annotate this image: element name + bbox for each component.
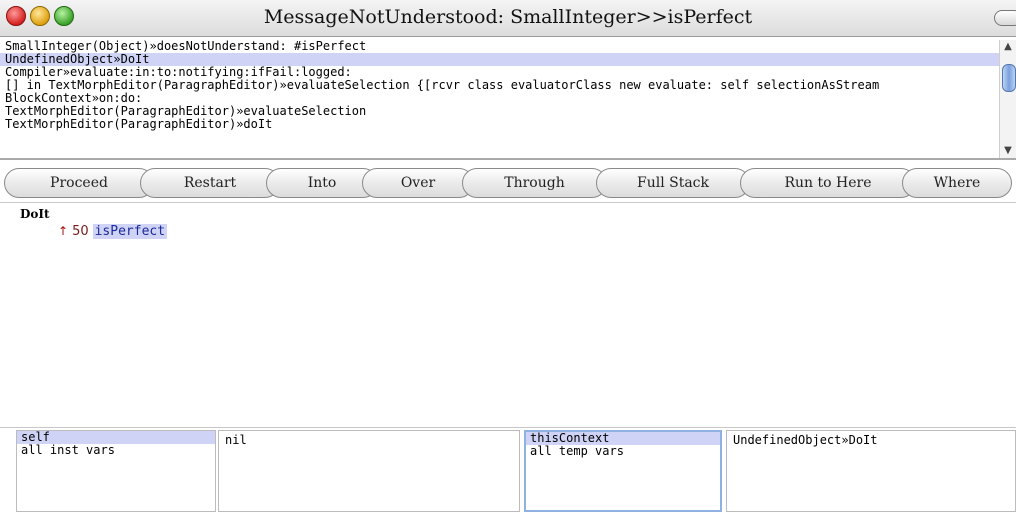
- scroll-thumb[interactable]: [1002, 64, 1016, 92]
- stack-item[interactable]: SmallInteger(Object)»doesNotUnderstand: …: [0, 40, 1000, 53]
- highlighted-selector[interactable]: isPerfect: [92, 224, 168, 239]
- restart-button[interactable]: Restart: [140, 168, 280, 198]
- method-name: DoIt: [20, 207, 50, 221]
- context-value: UndefinedObject»DoIt: [733, 433, 878, 447]
- where-button[interactable]: Where: [902, 168, 1012, 198]
- debugger-button-bar: Proceed Restart Into Over Through Full S…: [0, 164, 1016, 200]
- stack-item-selected[interactable]: UndefinedObject»DoIt: [0, 53, 1000, 66]
- stack-item[interactable]: [] in TextMorphEditor(ParagraphEditor)»e…: [0, 79, 1000, 92]
- stack-item[interactable]: Compiler»evaluate:in:to:notifying:ifFail…: [0, 66, 1000, 79]
- context-field-all-temp-vars[interactable]: all temp vars: [526, 445, 720, 458]
- over-button[interactable]: Over: [362, 168, 474, 198]
- full-stack-button[interactable]: Full Stack: [596, 168, 750, 198]
- collapse-window-button[interactable]: [994, 10, 1016, 26]
- context-value-pane[interactable]: UndefinedObject»DoIt: [726, 430, 1016, 512]
- code-pane[interactable]: DoIt ↑ 50 isPerfect: [0, 202, 1016, 428]
- through-button[interactable]: Through: [462, 168, 607, 198]
- code-number: 50: [72, 224, 89, 239]
- stack-item[interactable]: BlockContext»on:do:: [0, 92, 1000, 105]
- receiver-value-pane[interactable]: nil: [218, 430, 520, 512]
- stack-scrollbar[interactable]: ▲ ▼: [999, 40, 1016, 158]
- scroll-down-icon[interactable]: ▼: [1000, 145, 1016, 157]
- title-bar: MessageNotUnderstood: SmallInteger>>isPe…: [0, 0, 1016, 37]
- run-to-here-button[interactable]: Run to Here: [740, 168, 916, 198]
- receiver-fields-list[interactable]: self all inst vars: [16, 430, 216, 512]
- window-title: MessageNotUnderstood: SmallInteger>>isPe…: [263, 6, 753, 28]
- receiver-value: nil: [225, 433, 247, 447]
- stack-item[interactable]: TextMorphEditor(ParagraphEditor)»evaluat…: [0, 105, 1000, 118]
- proceed-button[interactable]: Proceed: [4, 168, 154, 198]
- scroll-up-icon[interactable]: ▲: [1000, 41, 1016, 53]
- receiver-field-all-inst-vars[interactable]: all inst vars: [17, 444, 215, 457]
- code-line[interactable]: ↑ 50 isPerfect: [58, 224, 168, 239]
- return-caret-icon: ↑: [58, 224, 69, 238]
- stack-list[interactable]: SmallInteger(Object)»doesNotUnderstand: …: [0, 40, 1016, 160]
- context-fields-list[interactable]: thisContext all temp vars: [524, 430, 722, 512]
- stack-item[interactable]: TextMorphEditor(ParagraphEditor)»doIt: [0, 118, 1000, 131]
